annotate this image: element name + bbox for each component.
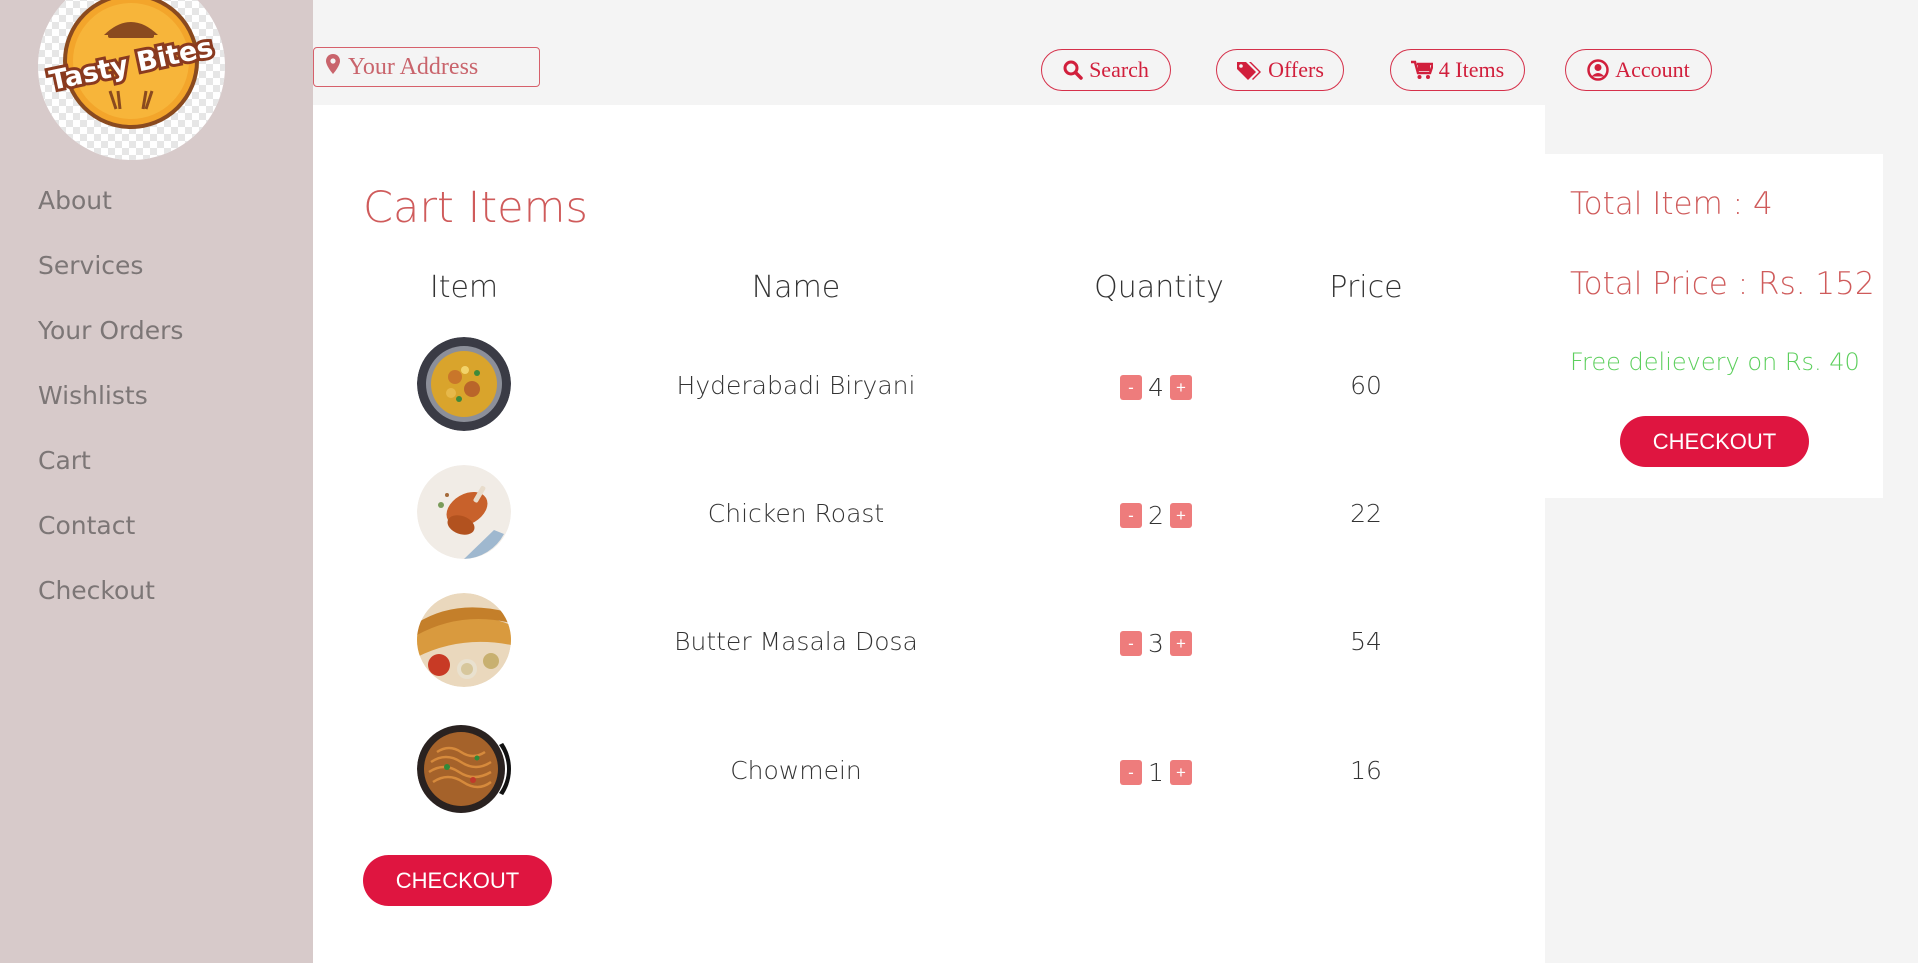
column-header-quantity: Quantity [1094, 270, 1224, 305]
search-label: Search [1089, 57, 1149, 82]
sidebar-item-contact[interactable]: Contact [38, 511, 183, 576]
item-name: Chowmein [730, 756, 862, 785]
quantity-value: 3 [1148, 629, 1164, 658]
table-row: Chicken Roast - 2 + 22 [313, 465, 1545, 565]
sidebar-item-checkout[interactable]: Checkout [38, 576, 183, 641]
page-title: Cart Items [363, 183, 588, 233]
cart-count-label: 4 Items [1438, 57, 1505, 82]
logo[interactable]: Tasty Bites [38, 0, 225, 160]
increase-quantity-button[interactable]: + [1169, 375, 1192, 400]
summary-checkout-button[interactable]: CHECKOUT [1620, 416, 1809, 467]
food-image-chowmein [417, 722, 511, 816]
item-price: 60 [1350, 371, 1382, 400]
item-price: 22 [1350, 499, 1382, 528]
quantity-value: 4 [1148, 373, 1164, 402]
tags-icon [1236, 60, 1262, 80]
item-name: Butter Masala Dosa [674, 627, 918, 656]
quantity-value: 1 [1148, 758, 1164, 787]
item-price: 54 [1350, 627, 1382, 656]
sidebar-item-your-orders[interactable]: Your Orders [38, 316, 183, 381]
logo-badge: Tasty Bites [44, 0, 219, 129]
column-header-price: Price [1329, 270, 1403, 305]
quantity-stepper: - 2 + [1120, 501, 1192, 530]
item-price: 16 [1350, 756, 1382, 785]
account-button[interactable]: Account [1565, 49, 1712, 91]
column-header-item: Item [429, 270, 499, 305]
sidebar-item-wishlists[interactable]: Wishlists [38, 381, 183, 446]
decrease-quantity-button[interactable]: - [1120, 375, 1142, 400]
quantity-stepper: - 4 + [1120, 373, 1192, 402]
increase-quantity-button[interactable]: + [1169, 503, 1192, 528]
offers-label: Offers [1268, 57, 1324, 82]
quantity-stepper: - 3 + [1120, 629, 1192, 658]
table-row: Chowmein - 1 + 16 [313, 722, 1545, 822]
checkout-button[interactable]: CHECKOUT [363, 855, 552, 906]
column-header-name: Name [751, 270, 841, 305]
user-circle-icon [1587, 59, 1609, 81]
delivery-note: Free delievery on Rs. 40 [1570, 348, 1860, 376]
table-row: Butter Masala Dosa - 3 + 54 [313, 593, 1545, 693]
sidebar-nav: About Services Your Orders Wishlists Car… [38, 186, 183, 641]
sidebar-item-cart[interactable]: Cart [38, 446, 183, 511]
sidebar: Tasty Bites About Services Your Orders W… [0, 0, 313, 963]
cart-panel: Cart Items Item Name Quantity Price Hyde… [313, 105, 1545, 963]
order-summary: Total Item : 4 Total Price : Rs. 152 Fre… [1545, 154, 1883, 498]
food-image-dosa [417, 593, 511, 687]
total-items: Total Item : 4 [1570, 186, 1773, 222]
table-row: Hyderabadi Biryani - 4 + 60 [313, 337, 1545, 437]
item-name: Hyderabadi Biryani [676, 371, 916, 400]
sidebar-item-about[interactable]: About [38, 186, 183, 251]
decrease-quantity-button[interactable]: - [1120, 503, 1142, 528]
cart-button[interactable]: 4 Items [1390, 49, 1525, 91]
address-placeholder: Your Address [348, 53, 479, 80]
increase-quantity-button[interactable]: + [1169, 760, 1192, 785]
item-name: Chicken Roast [707, 499, 885, 528]
sidebar-item-services[interactable]: Services [38, 251, 183, 316]
offers-button[interactable]: Offers [1216, 49, 1344, 91]
total-price: Total Price : Rs. 152 [1570, 266, 1875, 302]
map-marker-icon [326, 53, 340, 81]
quantity-value: 2 [1148, 501, 1164, 530]
food-image-chicken-roast [417, 465, 511, 559]
decrease-quantity-button[interactable]: - [1120, 760, 1142, 785]
cart-icon [1410, 60, 1433, 80]
quantity-stepper: - 1 + [1120, 758, 1192, 787]
search-button[interactable]: Search [1041, 49, 1171, 91]
decrease-quantity-button[interactable]: - [1120, 631, 1142, 656]
account-label: Account [1615, 57, 1690, 82]
increase-quantity-button[interactable]: + [1169, 631, 1192, 656]
address-field[interactable]: Your Address [313, 47, 540, 87]
food-image-biryani [417, 337, 511, 431]
search-icon [1063, 60, 1083, 80]
